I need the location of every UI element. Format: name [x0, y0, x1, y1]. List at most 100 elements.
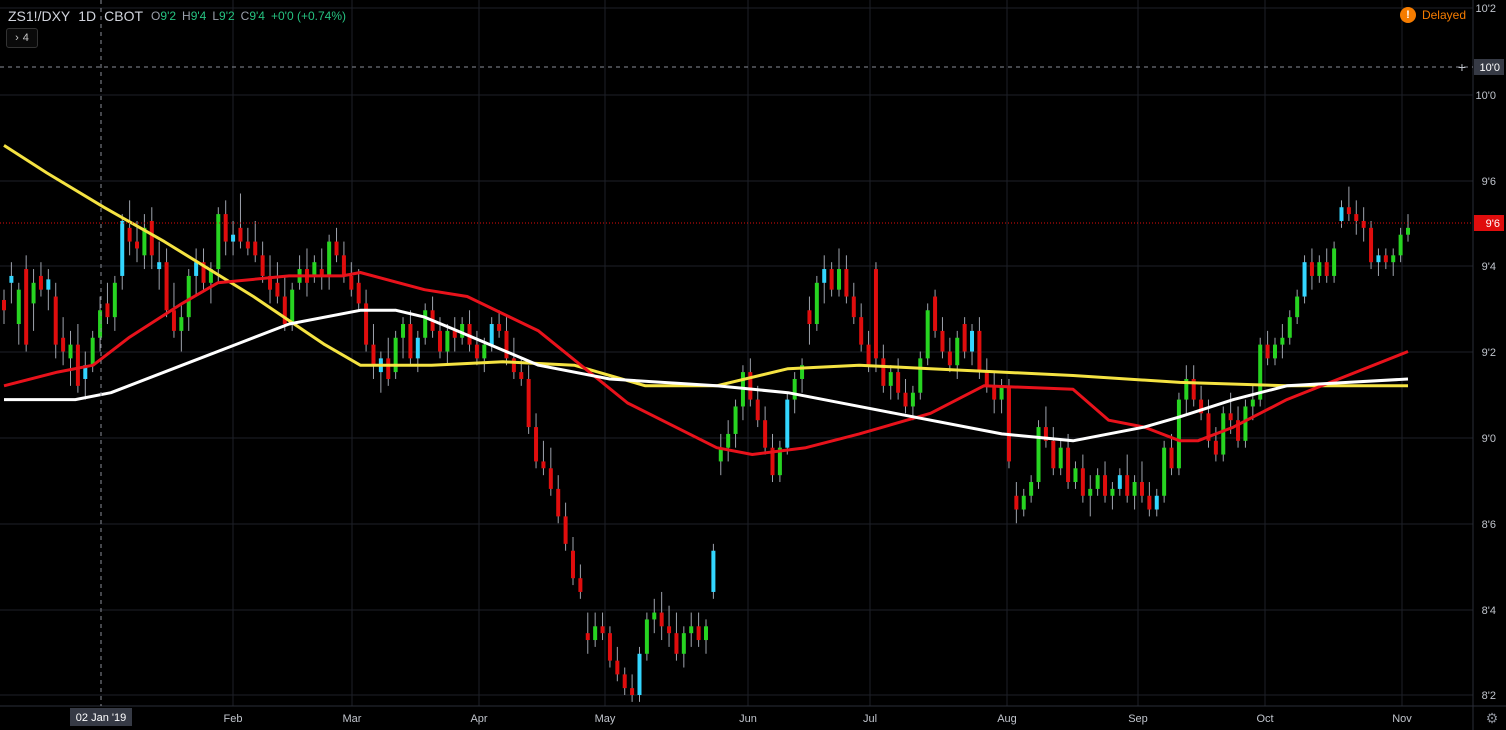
time-tick-label: Apr — [470, 713, 487, 725]
candle-body — [1228, 413, 1233, 421]
candle-body — [814, 282, 819, 325]
delayed-status[interactable]: ! Delayed — [1399, 7, 1466, 23]
symbol-header: ZS1!/DXY 1D CBOT O9'2 H9'4 L9'2 C9'4 +0'… — [8, 6, 346, 26]
candle-body — [1095, 475, 1100, 489]
time-tick-label: Oct — [1256, 713, 1273, 725]
candle-body — [120, 220, 125, 276]
candle-body — [1339, 207, 1344, 221]
candle-body — [711, 550, 716, 592]
candle-body — [792, 378, 797, 400]
candle-body — [1213, 440, 1218, 455]
candle-body — [401, 324, 406, 338]
candle-body — [1154, 495, 1159, 510]
candle-body — [851, 296, 856, 318]
candle-body — [290, 289, 295, 325]
interval-label[interactable]: 1D — [78, 8, 96, 24]
candle-body — [1376, 255, 1381, 263]
candle-body — [910, 392, 915, 407]
candle-body — [593, 626, 598, 641]
candle-body — [497, 324, 502, 331]
chevron-right-icon: › — [15, 32, 19, 44]
candle-body — [1169, 447, 1174, 469]
candle-body — [541, 461, 546, 469]
candle-body — [194, 262, 199, 276]
candle-body — [526, 378, 531, 428]
settings-gear-icon[interactable]: ⚙ — [1484, 710, 1500, 726]
crosshair-date-label: 02 Jan '19 — [76, 712, 126, 724]
candle-body — [46, 279, 51, 290]
candle-body — [755, 399, 760, 421]
candle-body — [1332, 248, 1337, 276]
candle-body — [489, 324, 494, 345]
candle-body — [179, 317, 184, 331]
candle-body — [356, 282, 361, 304]
price-tick-label: 9'4 — [1482, 261, 1496, 273]
candle-body — [127, 227, 132, 242]
candle-body — [984, 372, 989, 386]
candle-body — [1080, 468, 1085, 496]
candle-body — [837, 269, 842, 290]
candle-body — [955, 337, 960, 366]
candle-body — [504, 330, 509, 359]
change-value: +0'0 (+0.74%) — [270, 9, 346, 23]
candle-body — [231, 234, 236, 242]
candle-body — [16, 289, 21, 325]
high-key: H — [182, 9, 191, 23]
candle-body — [785, 399, 790, 448]
time-tick-label: Jun — [739, 713, 757, 725]
price-tick-label: 9'0 — [1482, 433, 1496, 445]
candle-body — [563, 516, 568, 544]
candle-body — [61, 337, 66, 352]
candle-body — [977, 330, 982, 373]
low-value: 9'2 — [219, 9, 235, 23]
candle-body — [327, 241, 332, 276]
price-chart[interactable]: 10'2 10'0 9'6 9'4 9'2 9'0 8'6 8'4 8'2 10'0 +9'6 Feb… — [0, 0, 1506, 730]
candle-body — [844, 269, 849, 297]
price-tick-label: 8'2 — [1482, 690, 1496, 702]
candle-body — [733, 406, 738, 434]
candle-body — [807, 310, 812, 325]
candle-body — [1139, 482, 1144, 496]
candle-body — [556, 488, 561, 517]
candle-body — [157, 262, 162, 270]
candle-body — [238, 227, 243, 242]
time-tick-label: Sep — [1128, 713, 1148, 725]
candle-body — [1398, 234, 1403, 256]
candle-body — [888, 372, 893, 386]
candle-body — [681, 633, 686, 654]
warning-icon: ! — [1399, 7, 1416, 23]
price-tick-label: 9'6 — [1482, 176, 1496, 188]
candle-body — [578, 578, 583, 592]
candle-body — [1058, 447, 1063, 469]
candle-body — [1324, 262, 1329, 276]
indicators-toggle-button[interactable]: › 4 — [6, 28, 38, 48]
candle-body — [600, 626, 605, 634]
candle-body — [53, 296, 58, 345]
delayed-label: Delayed — [1421, 8, 1466, 22]
candle-body — [349, 275, 354, 290]
candle-body — [970, 330, 975, 352]
indicators-count: 4 — [22, 32, 29, 44]
candle-body — [859, 317, 864, 345]
candle-body — [1346, 207, 1351, 215]
candle-body — [696, 626, 701, 641]
candle-body — [68, 344, 73, 359]
candle-body — [386, 358, 391, 379]
candle-body — [216, 214, 221, 270]
candle-body — [408, 324, 413, 359]
candle-body — [186, 275, 191, 318]
candle-body — [726, 433, 731, 448]
candle-body — [9, 275, 14, 283]
candle-body — [925, 310, 930, 359]
candle-body — [940, 330, 945, 352]
candle-body — [1103, 475, 1108, 496]
candle-body — [112, 282, 117, 318]
candle-body — [1272, 344, 1277, 359]
symbol-name[interactable]: ZS1!/DXY — [8, 8, 70, 24]
price-tick-label: 8'6 — [1482, 519, 1496, 531]
candle-body — [1051, 440, 1056, 469]
candle-body — [659, 612, 664, 627]
candle-body — [90, 337, 95, 366]
candle-body — [1361, 220, 1366, 228]
candle-body — [933, 296, 938, 331]
